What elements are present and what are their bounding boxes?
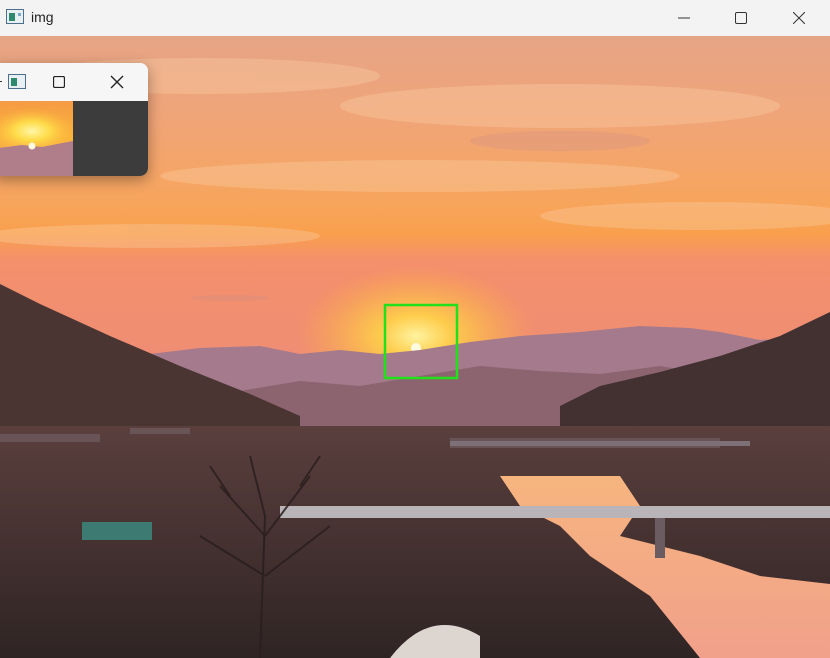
close-button[interactable] [770,0,828,36]
mini-preview [0,101,148,176]
maximize-icon [735,12,747,24]
title-bar[interactable]: img [0,0,830,36]
window-title: img [31,9,54,25]
minimize-button[interactable] [655,0,713,36]
minimize-icon [678,17,690,19]
mini-title-bar[interactable] [0,63,148,101]
app-window-icon [6,9,24,24]
maximize-button[interactable] [712,0,770,36]
mini-window[interactable] [0,63,148,176]
mini-close-button[interactable] [106,72,128,92]
cropped-sun-preview [0,101,148,176]
mini-maximize-button[interactable] [48,72,70,92]
minimize-icon[interactable] [0,81,2,82]
maximize-icon [53,76,65,88]
close-icon [793,12,805,24]
close-icon [110,75,124,89]
mini-dark-panel [73,101,148,176]
app-window-icon [8,74,26,89]
